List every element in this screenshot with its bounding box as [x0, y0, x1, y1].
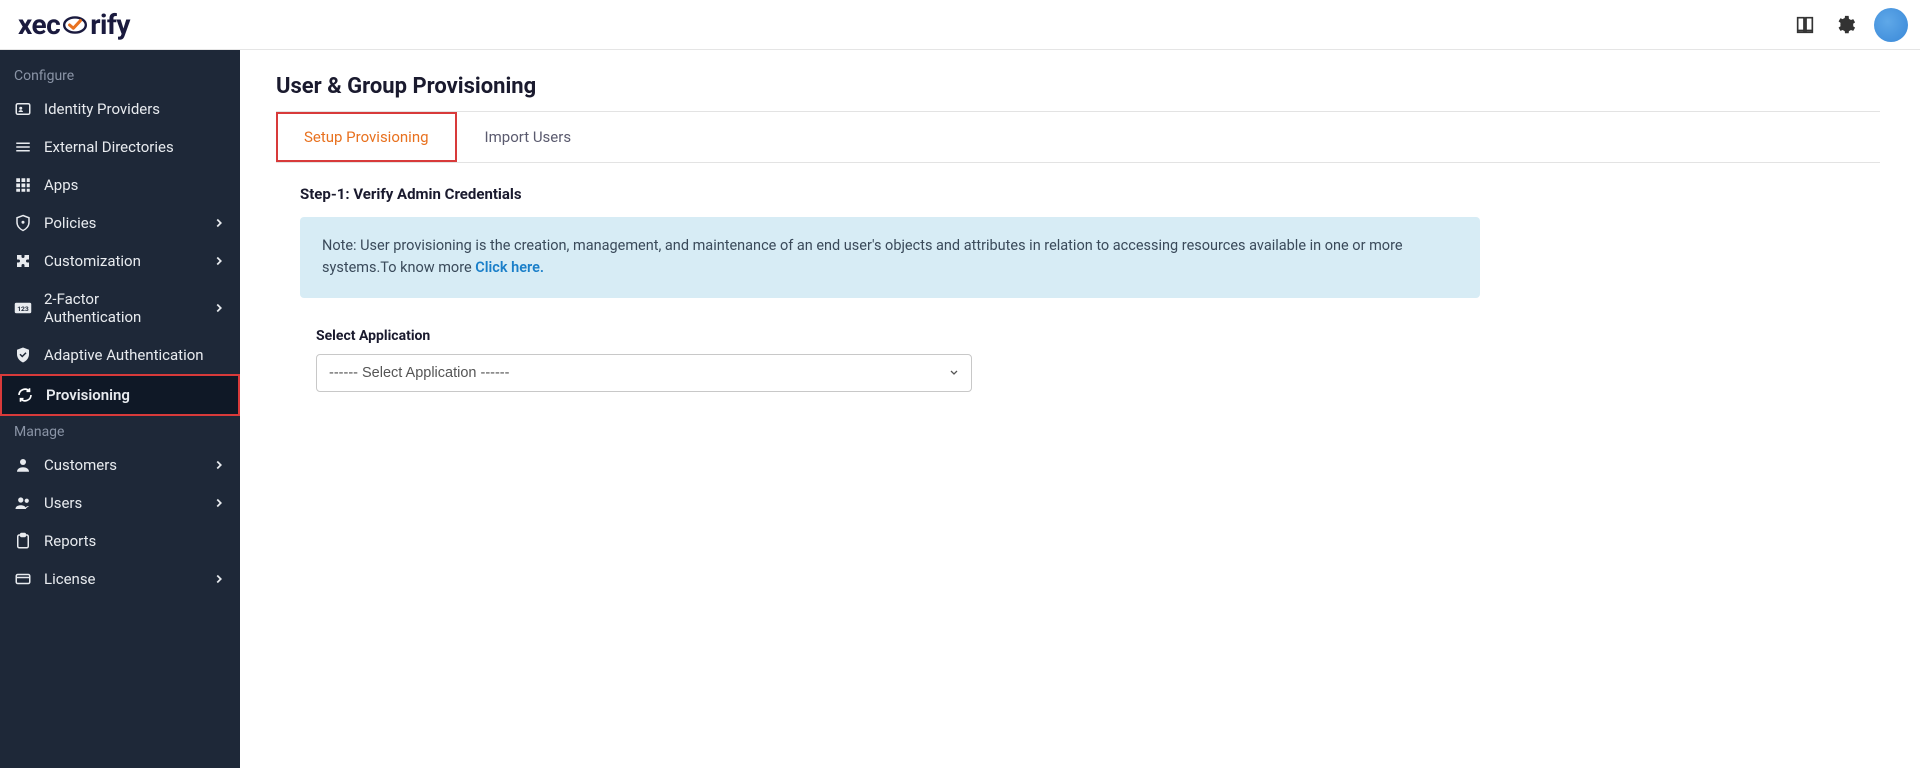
sidebar-item-users[interactable]: Users — [0, 484, 240, 522]
brand-check-icon — [62, 12, 88, 38]
page-title: User & Group Provisioning — [276, 74, 1880, 99]
sidebar-item-adaptive-auth[interactable]: Adaptive Authentication — [0, 336, 240, 374]
tabs: Setup Provisioning Import Users — [276, 112, 1880, 163]
sidebar-section-manage: Manage — [0, 416, 240, 446]
chevron-right-icon — [212, 458, 226, 472]
sidebar-item-label: Customization — [44, 252, 141, 270]
sidebar-item-label: Policies — [44, 214, 96, 232]
top-header: xec rify — [0, 0, 1920, 50]
sidebar-item-provisioning[interactable]: Provisioning — [0, 374, 240, 416]
avatar[interactable] — [1874, 8, 1908, 42]
sidebar-item-2fa[interactable]: 123 2-Factor Authentication — [0, 280, 240, 336]
clipboard-icon — [14, 532, 32, 550]
chevron-right-icon — [212, 496, 226, 510]
chevron-right-icon — [212, 216, 226, 230]
main-content: User & Group Provisioning Setup Provisio… — [240, 50, 1920, 768]
sidebar-section-configure: Configure — [0, 60, 240, 90]
numbers-icon: 123 — [14, 299, 32, 317]
sidebar-item-apps[interactable]: Apps — [0, 166, 240, 204]
sidebar-item-label: License — [44, 570, 96, 588]
sidebar-item-external-directories[interactable]: External Directories — [0, 128, 240, 166]
gear-icon[interactable] — [1834, 14, 1856, 36]
sidebar-item-label: 2-Factor Authentication — [44, 290, 200, 326]
docs-icon[interactable] — [1794, 14, 1816, 36]
sync-icon — [16, 386, 34, 404]
sidebar-item-license[interactable]: License — [0, 560, 240, 598]
tab-setup-provisioning[interactable]: Setup Provisioning — [276, 112, 457, 162]
check-shield-icon — [14, 346, 32, 364]
sidebar-item-label: Reports — [44, 532, 96, 550]
chevron-right-icon — [212, 301, 226, 315]
sidebar-item-label: Apps — [44, 176, 78, 194]
puzzle-icon — [14, 252, 32, 270]
sidebar-item-label: External Directories — [44, 138, 174, 156]
sidebar-item-label: Customers — [44, 456, 117, 474]
sidebar-item-reports[interactable]: Reports — [0, 522, 240, 560]
select-application-label: Select Application — [316, 328, 1880, 344]
sidebar-item-policies[interactable]: Policies — [0, 204, 240, 242]
brand-logo[interactable]: xec rify — [18, 8, 130, 41]
sidebar-item-customization[interactable]: Customization — [0, 242, 240, 280]
grid-icon — [14, 176, 32, 194]
sidebar-item-label: Provisioning — [46, 386, 130, 404]
chevron-right-icon — [212, 572, 226, 586]
step-heading: Step-1: Verify Admin Credentials — [300, 185, 1880, 203]
card-icon — [14, 570, 32, 588]
info-note-link[interactable]: Click here. — [475, 259, 544, 276]
header-actions — [1794, 8, 1908, 42]
sidebar-item-identity-providers[interactable]: Identity Providers — [0, 90, 240, 128]
sidebar-item-customers[interactable]: Customers — [0, 446, 240, 484]
select-application-dropdown[interactable]: ------ Select Application ------ — [316, 354, 972, 392]
person-icon — [14, 456, 32, 474]
sidebar: Configure Identity Providers External Di… — [0, 50, 240, 768]
shield-icon — [14, 214, 32, 232]
sidebar-item-label: Identity Providers — [44, 100, 160, 118]
list-icon — [14, 138, 32, 156]
sidebar-item-label: Users — [44, 494, 82, 512]
info-note: Note: User provisioning is the creation,… — [300, 217, 1480, 298]
svg-text:123: 123 — [17, 305, 29, 313]
people-icon — [14, 494, 32, 512]
tab-import-users[interactable]: Import Users — [457, 112, 600, 162]
sidebar-item-label: Adaptive Authentication — [44, 346, 204, 364]
id-card-icon — [14, 100, 32, 118]
chevron-right-icon — [212, 254, 226, 268]
